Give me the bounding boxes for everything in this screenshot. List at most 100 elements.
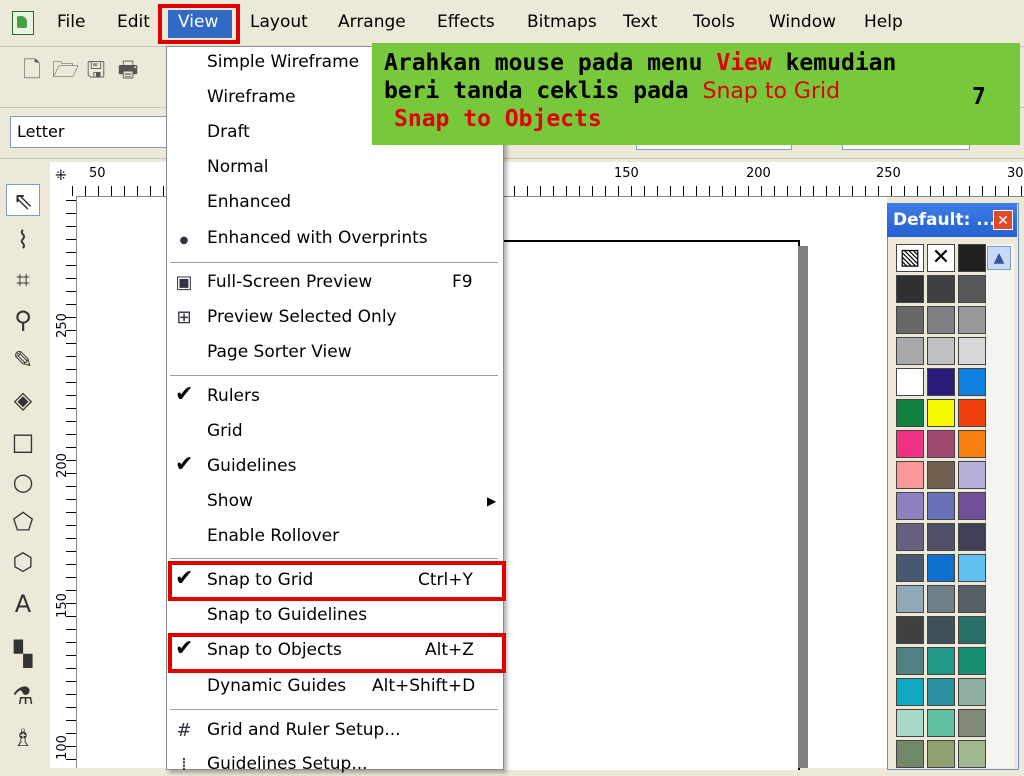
- palette-swatch[interactable]: [927, 368, 955, 396]
- palette-swatch[interactable]: [958, 306, 986, 334]
- menu-item-enable-rollover[interactable]: Enable Rollover: [207, 526, 339, 546]
- palette-swatch[interactable]: [927, 678, 955, 706]
- menu-arrange[interactable]: Arrange: [338, 12, 406, 32]
- palette-swatch[interactable]: [927, 275, 955, 303]
- menu-item-rulers[interactable]: Rulers: [207, 386, 260, 406]
- freehand-tool-icon[interactable]: ✎: [6, 344, 40, 376]
- eyedropper-tool-icon[interactable]: ⚗: [6, 680, 40, 712]
- crop-tool-icon[interactable]: ⌗: [6, 264, 40, 296]
- palette-swatch[interactable]: [958, 399, 986, 427]
- scroll-up-icon[interactable]: ▲: [987, 246, 1011, 270]
- palette-swatch[interactable]: [958, 430, 986, 458]
- menu-tools[interactable]: Tools: [693, 12, 735, 32]
- menu-item-enhanced-with-overprints[interactable]: Enhanced with Overprints: [207, 228, 428, 248]
- palette-swatch[interactable]: [927, 306, 955, 334]
- menu-item-snap-to-guidelines[interactable]: Snap to Guidelines: [207, 605, 367, 625]
- palette-swatch[interactable]: [896, 461, 924, 489]
- menu-edit[interactable]: Edit: [117, 12, 150, 32]
- palette-swatch[interactable]: [958, 554, 986, 582]
- basic-shapes-tool-icon[interactable]: ⬡: [6, 546, 40, 578]
- palette-swatch[interactable]: [896, 275, 924, 303]
- palette-swatch[interactable]: [958, 461, 986, 489]
- rectangle-tool-icon[interactable]: □: [6, 426, 40, 458]
- palette-swatch[interactable]: [958, 616, 986, 644]
- palette-swatch[interactable]: [896, 647, 924, 675]
- palette-swatch[interactable]: [958, 492, 986, 520]
- palette-swatch[interactable]: [896, 368, 924, 396]
- open-folder-icon[interactable]: 🗁: [52, 58, 79, 84]
- menu-file[interactable]: File: [57, 12, 85, 32]
- save-icon[interactable]: 🖫: [84, 58, 108, 84]
- palette-swatch[interactable]: [896, 492, 924, 520]
- outline-tool-icon[interactable]: ♗: [6, 722, 40, 754]
- menu-item-enhanced[interactable]: Enhanced: [207, 192, 291, 212]
- palette-swatch[interactable]: [958, 709, 986, 737]
- new-document-icon[interactable]: 🗋: [20, 58, 44, 84]
- shape-tool-icon[interactable]: ⌇: [6, 224, 40, 256]
- close-icon[interactable]: ✕: [993, 210, 1013, 230]
- palette-swatch[interactable]: [896, 523, 924, 551]
- no-color-swatch-icon[interactable]: ✕: [927, 244, 955, 272]
- text-tool-icon[interactable]: A: [6, 588, 40, 620]
- palette-swatch[interactable]: [927, 399, 955, 427]
- menu-item-wireframe[interactable]: Wireframe: [207, 87, 296, 107]
- palette-swatch[interactable]: [927, 430, 955, 458]
- palette-swatch[interactable]: [896, 585, 924, 613]
- palette-swatch[interactable]: [927, 616, 955, 644]
- palette-swatch[interactable]: [927, 523, 955, 551]
- menu-item-simple-wireframe[interactable]: Simple Wireframe: [207, 52, 359, 72]
- menu-bitmaps[interactable]: Bitmaps: [527, 12, 597, 32]
- palette-swatch[interactable]: [896, 678, 924, 706]
- menu-item-normal[interactable]: Normal: [207, 157, 269, 177]
- color-picker-swatch-icon[interactable]: ▧: [896, 244, 924, 272]
- palette-swatch[interactable]: [927, 492, 955, 520]
- palette-swatch[interactable]: [927, 740, 955, 768]
- palette-swatch[interactable]: [896, 399, 924, 427]
- palette-swatch[interactable]: [958, 585, 986, 613]
- palette-swatch[interactable]: [927, 337, 955, 365]
- menu-layout[interactable]: Layout: [250, 12, 308, 32]
- palette-swatch[interactable]: [958, 647, 986, 675]
- print-icon[interactable]: 🖶: [116, 58, 140, 84]
- palette-swatch[interactable]: [927, 709, 955, 737]
- palette-swatch[interactable]: [958, 244, 986, 272]
- menu-text[interactable]: Text: [623, 12, 657, 32]
- menu-item-guidelines-setup[interactable]: Guidelines Setup...: [207, 754, 368, 774]
- ruler-origin-icon[interactable]: ⁜: [55, 168, 67, 184]
- menu-item-draft[interactable]: Draft: [207, 122, 250, 142]
- menu-help[interactable]: Help: [864, 12, 903, 32]
- menu-item-guidelines[interactable]: Guidelines: [207, 456, 296, 476]
- interactive-blend-tool-icon[interactable]: ▚: [6, 638, 40, 670]
- menu-item-show[interactable]: Show: [207, 491, 253, 511]
- palette-swatch[interactable]: [958, 740, 986, 768]
- menu-window[interactable]: Window: [769, 12, 836, 32]
- palette-swatch[interactable]: [958, 368, 986, 396]
- palette-swatch[interactable]: [958, 678, 986, 706]
- palette-swatch[interactable]: [896, 337, 924, 365]
- palette-swatch[interactable]: [896, 740, 924, 768]
- palette-swatch[interactable]: [896, 616, 924, 644]
- palette-swatch[interactable]: [927, 461, 955, 489]
- menu-effects[interactable]: Effects: [437, 12, 495, 32]
- menu-item-grid[interactable]: Grid: [207, 421, 243, 441]
- polygon-tool-icon[interactable]: ⬠: [6, 506, 40, 538]
- palette-swatch[interactable]: [896, 430, 924, 458]
- ellipse-tool-icon[interactable]: ○: [6, 466, 40, 498]
- palette-swatch[interactable]: [927, 647, 955, 675]
- menu-item-full-screen-preview[interactable]: Full-Screen Preview: [207, 272, 372, 292]
- palette-swatch[interactable]: [896, 554, 924, 582]
- menu-item-grid-and-ruler-setup[interactable]: Grid and Ruler Setup...: [207, 720, 401, 740]
- palette-swatch[interactable]: [958, 275, 986, 303]
- pick-tool-icon[interactable]: ⇖: [6, 184, 40, 216]
- palette-scrollbar[interactable]: [985, 244, 1014, 768]
- zoom-tool-icon[interactable]: ⚲: [6, 304, 40, 336]
- paper-size-select[interactable]: Letter: [10, 116, 168, 148]
- menu-item-page-sorter-view[interactable]: Page Sorter View: [207, 342, 352, 362]
- smart-fill-tool-icon[interactable]: ◈: [6, 384, 40, 416]
- palette-swatch[interactable]: [927, 554, 955, 582]
- palette-swatch[interactable]: [896, 709, 924, 737]
- palette-swatch[interactable]: [958, 337, 986, 365]
- palette-swatch[interactable]: [927, 585, 955, 613]
- palette-swatch[interactable]: [896, 306, 924, 334]
- menu-item-preview-selected-only[interactable]: Preview Selected Only: [207, 307, 397, 327]
